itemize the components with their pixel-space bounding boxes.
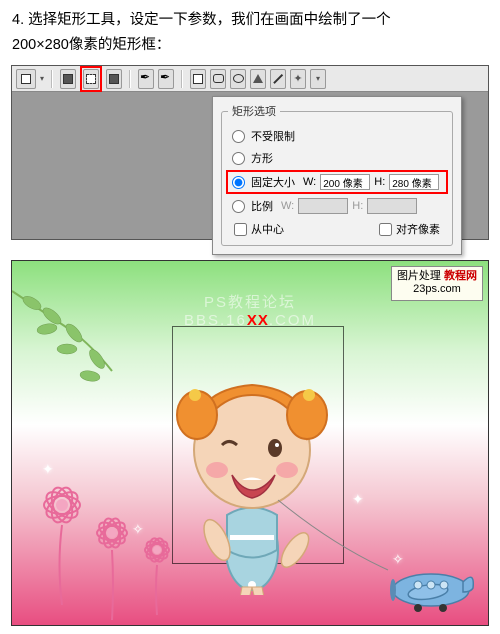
radio-ratio[interactable] [232,200,245,213]
rectangle-tool-icon[interactable] [190,69,206,89]
polygon-icon[interactable] [250,69,266,89]
snap-pixels-check[interactable]: 对齐像素 [379,221,440,237]
separator [51,70,53,88]
freeform-pen-icon[interactable] [158,69,174,89]
width-input[interactable] [320,174,370,190]
shape-layer-mode-icon[interactable] [60,69,76,89]
line-icon[interactable] [270,69,286,89]
shape-layers-icon[interactable] [16,69,36,89]
radio-square[interactable] [232,152,245,165]
radio-fixed[interactable] [232,176,245,189]
leaves-decoration [11,281,132,401]
separator [181,70,183,88]
checkbox-from-center[interactable] [234,223,247,236]
height-input[interactable] [389,174,439,190]
step-number: 4. [12,12,24,28]
path-mode-highlight [80,66,102,92]
sparkle-icon: ✦ [42,461,54,478]
radio-unconstrained[interactable] [232,130,245,143]
ratio-w-input [298,198,348,214]
sparkle-icon: ✧ [132,521,144,538]
rounded-rect-icon[interactable] [210,69,226,89]
pen-icon[interactable] [138,69,154,89]
custom-shape-icon[interactable]: ✦ [290,69,306,89]
opt-unconstrained[interactable]: 不受限制 [228,125,446,147]
dropdown-chevron-icon[interactable]: ▾ [40,74,44,83]
opt-square[interactable]: 方形 [228,147,446,169]
path-mode-icon[interactable] [83,69,99,89]
ratio-h-input [367,198,417,214]
rectangle-options-panel: 矩形选项 不受限制 方形 固定大小 W: H: [212,96,462,255]
watermark-badge: 图片处理 教程网 23ps.com [391,266,483,300]
toy-airplane [383,550,478,620]
options-dropdown-icon[interactable]: ▾ [310,69,326,89]
canvas-result: ✦ ✧ ✦ ✧ PS教程论坛 BBS.16XX.COM 图片处理 教程网 23p… [11,260,489,626]
separator [129,70,131,88]
toy-string [273,495,393,575]
step-line1: 选择矩形工具，设定一下参数，我们在画面中绘制了一个 [28,12,391,28]
fill-pixels-icon[interactable] [106,69,122,89]
step-line2: 200×280像素的矩形框： [12,37,170,53]
options-bar: ▾ ✦ ▾ [12,66,488,92]
opt-ratio[interactable]: 比例 W: H: [228,195,446,217]
from-center-check[interactable]: 从中心 [234,221,284,237]
panel-title: 矩形选项 [228,103,280,119]
checkbox-snap[interactable] [379,223,392,236]
opt-fixed-size[interactable]: 固定大小 W: H: [226,170,448,194]
ellipse-icon[interactable] [230,69,246,89]
watermark-center: PS教程论坛 BBS.16XX.COM [184,291,316,329]
toolbar-screenshot: ▾ ✦ ▾ 矩形选项 不受限制 [0,65,500,240]
